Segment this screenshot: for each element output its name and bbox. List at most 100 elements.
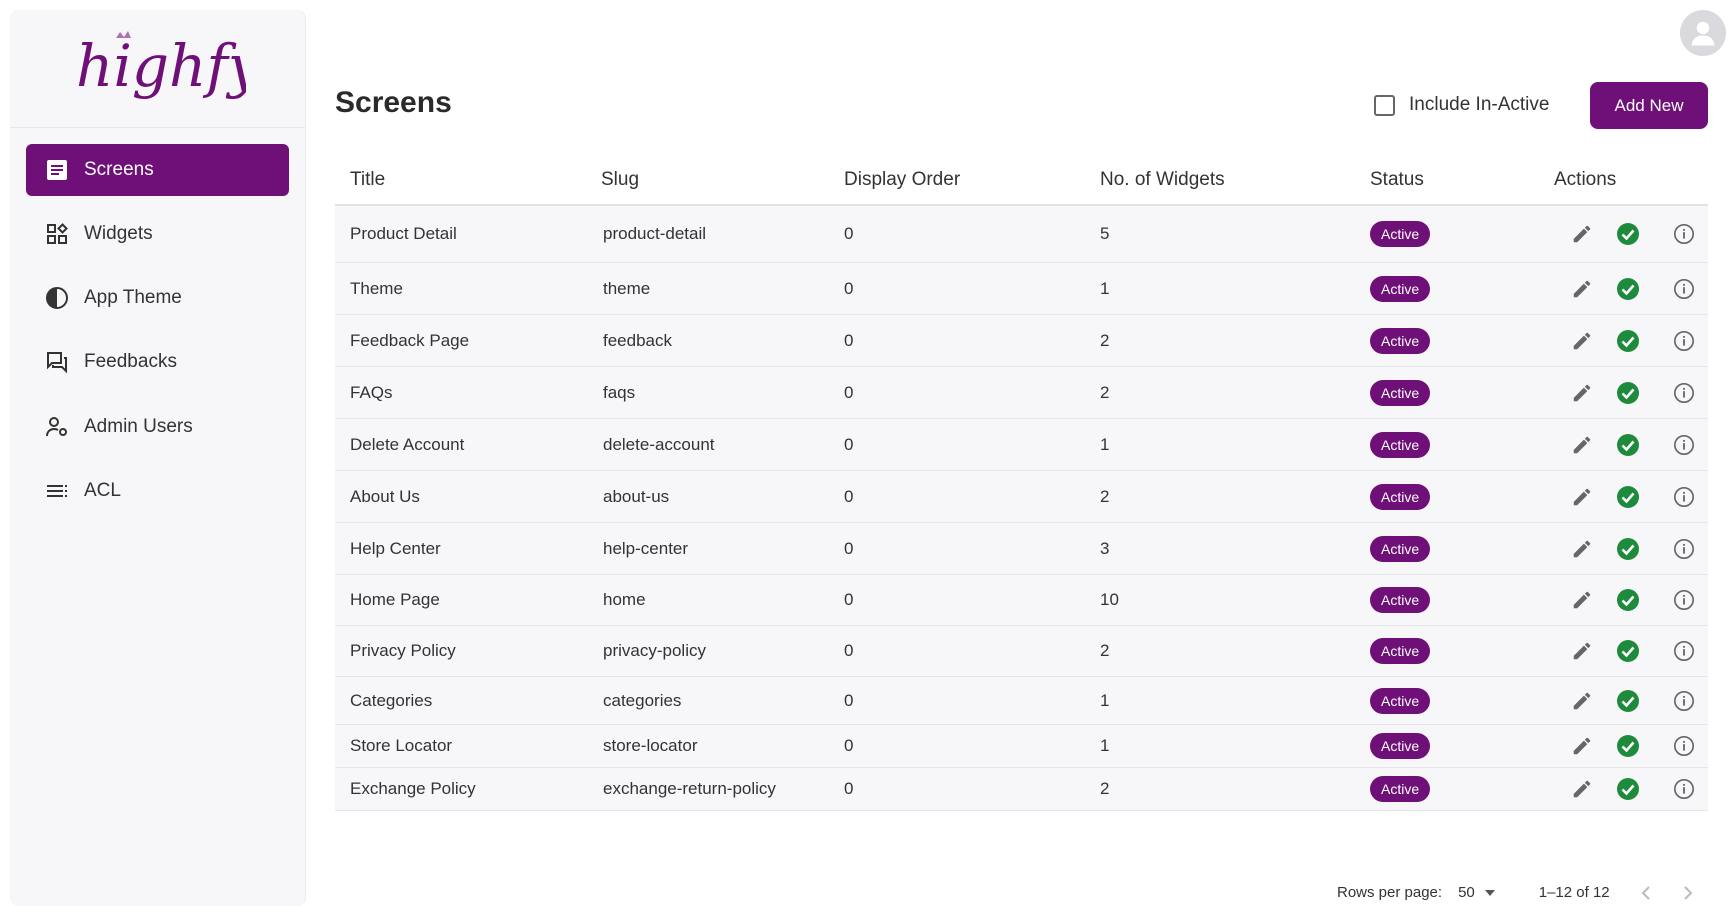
column-header-slug[interactable]: Slug <box>586 169 844 191</box>
info-button[interactable] <box>1670 379 1698 407</box>
cell-display-order: 0 <box>844 382 854 402</box>
info-button[interactable] <box>1670 431 1698 459</box>
sidebar-item-feedbacks[interactable]: Feedbacks <box>26 336 289 388</box>
cell-status: Active <box>1370 483 1554 510</box>
pencil-icon <box>1573 591 1591 609</box>
table-row: Exchange Policy exchange-return-policy 0 2 A… <box>335 768 1708 811</box>
edit-button[interactable] <box>1568 687 1596 715</box>
cell-display-order: 0 <box>844 779 854 798</box>
status-badge: Active <box>1370 776 1431 802</box>
edit-button[interactable] <box>1568 535 1596 563</box>
table-row: Theme theme 0 1 Active <box>335 263 1708 315</box>
include-inactive-checkbox[interactable] <box>1374 94 1395 116</box>
table-row: Home Page home 0 10 Active <box>335 575 1708 626</box>
edit-button[interactable] <box>1568 732 1596 760</box>
rows-per-page-select[interactable]: 50 <box>1458 884 1495 901</box>
cell-display-order: 0 <box>844 224 854 243</box>
edit-button[interactable] <box>1568 220 1596 248</box>
info-button[interactable] <box>1670 775 1698 803</box>
toggle-active-button[interactable] <box>1614 687 1642 715</box>
sidebar-nav: Screens Widgets App Theme Feedbacks Admi… <box>10 128 305 517</box>
info-button[interactable] <box>1670 687 1698 715</box>
table-row: Categories categories 0 1 Active <box>335 677 1708 725</box>
info-button[interactable] <box>1670 220 1698 248</box>
toggle-active-button[interactable] <box>1614 379 1642 407</box>
info-button[interactable] <box>1670 586 1698 614</box>
sidebar-item-widgets[interactable]: Widgets <box>26 208 289 260</box>
include-inactive-toggle[interactable]: Include In-Active <box>1374 94 1549 116</box>
pagination-range: 1–12 of 12 <box>1538 884 1610 901</box>
column-header-display-order[interactable]: Display Order <box>844 169 1100 191</box>
cell-slug: about-us <box>603 486 670 506</box>
edit-button[interactable] <box>1568 483 1596 511</box>
cell-actions <box>1554 535 1708 563</box>
sidebar-item-label: Widgets <box>84 223 153 244</box>
pencil-icon <box>1573 540 1591 557</box>
toggle-active-button[interactable] <box>1614 431 1642 459</box>
info-button[interactable] <box>1670 732 1698 760</box>
column-header-widgets[interactable]: No. of Widgets <box>1100 169 1370 191</box>
cell-slug: help-center <box>603 538 689 558</box>
check-circle-icon <box>1617 537 1639 560</box>
pencil-icon <box>1573 737 1591 755</box>
sidebar-item-admin-users[interactable]: Admin Users <box>26 401 289 453</box>
pencil-icon <box>1573 280 1591 297</box>
edit-button[interactable] <box>1568 431 1596 459</box>
previous-page-button[interactable] <box>1640 885 1652 901</box>
table-row: Delete Account delete-account 0 1 Active <box>335 419 1708 471</box>
info-icon <box>1674 224 1694 244</box>
check-circle-icon <box>1617 689 1639 712</box>
sidebar-item-app-theme[interactable]: App Theme <box>26 272 289 324</box>
pencil-icon <box>1573 332 1591 349</box>
column-header-status[interactable]: Status <box>1370 169 1554 191</box>
cell-widget-count: 3 <box>1100 538 1110 558</box>
edit-button[interactable] <box>1568 775 1596 803</box>
status-badge: Active <box>1370 587 1431 613</box>
cell-slug: faqs <box>603 382 636 402</box>
cell-slug: exchange-return-policy <box>603 779 776 798</box>
info-button[interactable] <box>1670 535 1698 563</box>
toggle-active-button[interactable] <box>1614 275 1642 303</box>
toggle-active-button[interactable] <box>1614 586 1642 614</box>
cell-actions <box>1554 327 1708 355</box>
edit-button[interactable] <box>1568 586 1596 614</box>
sidebar-item-screens[interactable]: Screens <box>26 144 289 196</box>
cell-status: Active <box>1370 535 1554 562</box>
toggle-active-button[interactable] <box>1614 220 1642 248</box>
next-page-button[interactable] <box>1682 885 1694 901</box>
add-new-button[interactable]: Add New <box>1590 82 1708 129</box>
cell-widget-count: 1 <box>1100 690 1110 710</box>
info-button[interactable] <box>1670 327 1698 355</box>
pencil-icon <box>1573 780 1591 798</box>
cell-display-order: 0 <box>844 278 854 298</box>
cell-widget-count: 1 <box>1100 434 1110 454</box>
sidebar-item-acl[interactable]: ACL <box>26 465 289 517</box>
column-header-title[interactable]: Title <box>335 169 586 191</box>
toggle-active-button[interactable] <box>1614 775 1642 803</box>
check-circle-icon <box>1617 433 1639 456</box>
screens-table: Title Slug Display Order No. of Widgets … <box>335 156 1708 811</box>
check-circle-icon <box>1617 381 1639 404</box>
edit-button[interactable] <box>1568 275 1596 303</box>
include-inactive-label: Include In-Active <box>1409 94 1550 115</box>
toggle-active-button[interactable] <box>1614 327 1642 355</box>
info-button[interactable] <box>1670 275 1698 303</box>
cell-display-order: 0 <box>844 641 854 660</box>
edit-button[interactable] <box>1568 379 1596 407</box>
page-title: Screens <box>335 86 452 119</box>
edit-button[interactable] <box>1568 637 1596 665</box>
toggle-active-button[interactable] <box>1614 483 1642 511</box>
cell-title: Privacy Policy <box>350 641 456 660</box>
info-button[interactable] <box>1670 483 1698 511</box>
cell-title: Help Center <box>350 538 441 558</box>
toggle-active-button[interactable] <box>1614 732 1642 760</box>
status-badge: Active <box>1370 535 1431 562</box>
table-row: Product Detail product-detail 0 5 Active <box>335 206 1708 263</box>
toggle-active-button[interactable] <box>1614 637 1642 665</box>
user-avatar[interactable] <box>1680 10 1726 56</box>
highfy-logo[interactable]: highfy <box>70 24 246 114</box>
toggle-active-button[interactable] <box>1614 535 1642 563</box>
edit-button[interactable] <box>1568 327 1596 355</box>
info-button[interactable] <box>1670 637 1698 665</box>
cell-display-order: 0 <box>844 486 854 506</box>
